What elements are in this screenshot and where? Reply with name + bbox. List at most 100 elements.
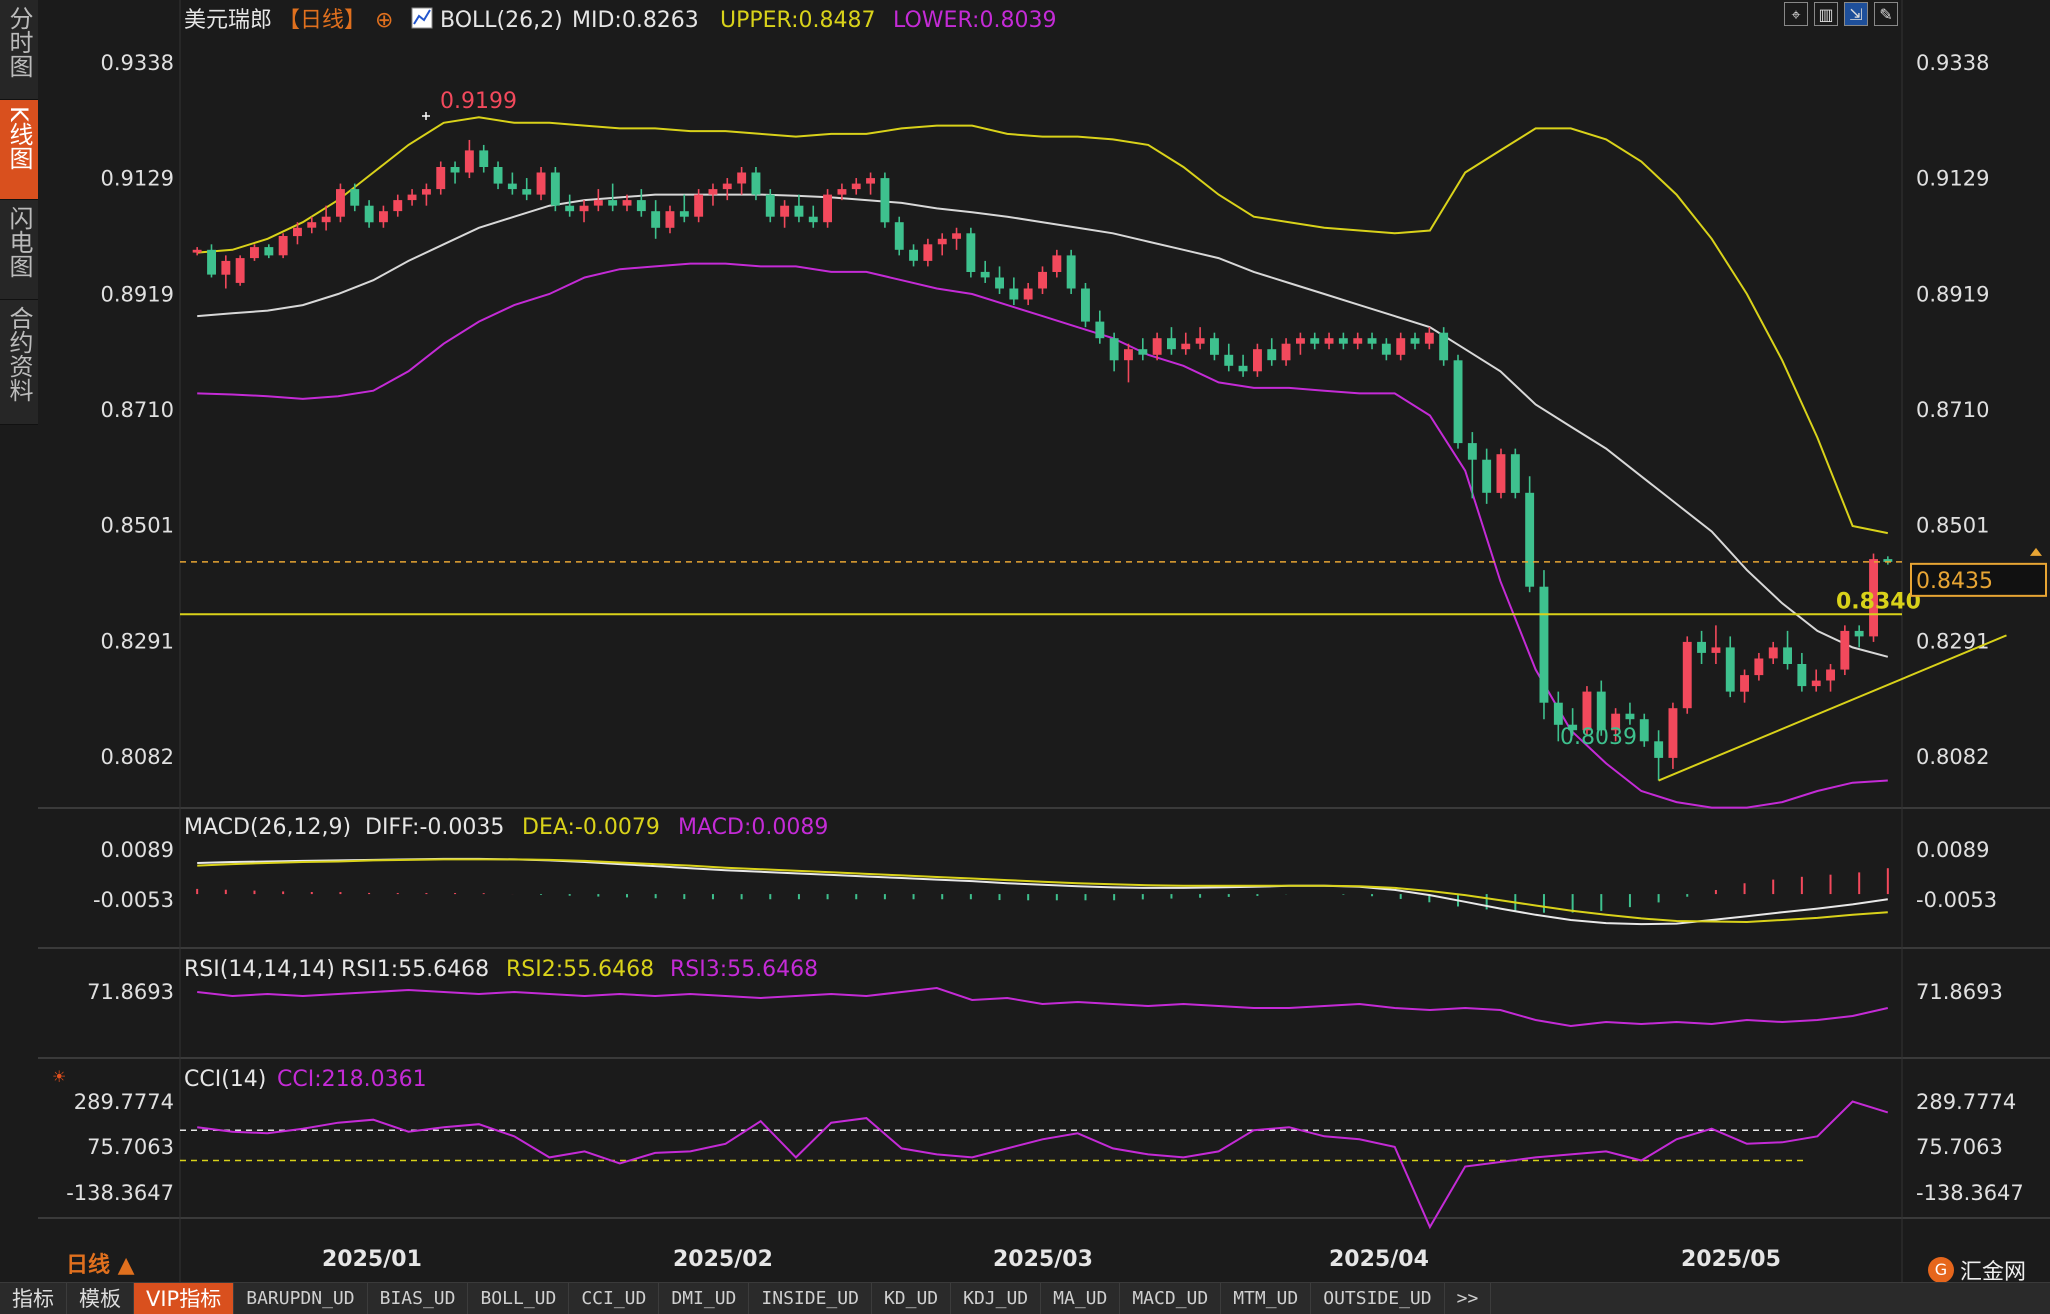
rsi-tick-right: 71.8693 [1916,980,2003,1004]
macd-tick-top-left: 0.0089 [101,838,174,862]
crosshair-icon[interactable]: ⌖ [1784,2,1808,26]
candle [1095,310,1105,344]
candle [1682,636,1692,714]
candle [1639,713,1649,747]
candle [1754,652,1764,681]
price-tick-right: 0.8082 [1916,745,1989,769]
indicator-tab-5[interactable]: BOLL_UD [468,1283,570,1314]
candle [1725,636,1735,698]
candle [1410,332,1420,350]
boll-lower: LOWER:0.8039 [893,8,1056,33]
candle [1711,625,1721,665]
price-tick-right: 0.8919 [1916,283,1989,307]
candle [1668,702,1678,769]
candle [1883,556,1893,565]
price-tick-left: 0.9338 [101,51,174,75]
boll-icon [411,7,433,29]
boll-label: BOLL(26,2) [440,8,563,33]
indicator-tab-14[interactable]: OUTSIDE_UD [1311,1283,1445,1314]
candle [880,172,890,228]
candle [1224,343,1234,372]
high-marker-icon [422,112,430,120]
rsi-line [197,986,1889,1028]
indicator-tab-12[interactable]: MACD_UD [1120,1283,1222,1314]
candle [565,194,575,217]
price-tick-right: 0.8291 [1916,629,1989,653]
draw-tool-icon[interactable]: ✎ [1874,2,1898,26]
macd-diff-line [197,857,1888,926]
last-price-arrow-icon [2030,547,2042,556]
indicator-tab-9[interactable]: KD_UD [872,1283,952,1314]
add-indicator-icon[interactable]: ⊕ [375,8,393,33]
kline-chart-svg[interactable]: 美元瑞郎 【日线】 ⊕ BOLL(26,2) MID:0.8263 UPPER:… [0,0,2050,1282]
indicator-tab-7[interactable]: DMI_UD [659,1283,750,1314]
candle [1324,332,1334,350]
indicator-tab-0[interactable]: 指标 [0,1283,67,1314]
candle [1109,332,1119,372]
indicator-tab-8[interactable]: INSIDE_UD [749,1283,872,1314]
candle [364,200,374,228]
period-toggle-button[interactable]: 日线 ▲ [66,1252,135,1278]
candle [507,172,517,195]
candle [737,167,747,195]
macd-value: MACD:0.0089 [678,815,828,840]
indicator-tab-15[interactable]: >> [1445,1283,1492,1314]
candle [794,194,804,223]
candle [851,178,861,195]
settings-sun-icon[interactable]: ☀ [52,1067,66,1086]
candle [1510,448,1520,499]
indicator-tab-10[interactable]: KDJ_UD [951,1283,1042,1314]
candle [1439,327,1449,366]
candle [1654,730,1664,781]
candle [1281,338,1291,366]
high-marker-label: 0.9199 [440,89,517,114]
indicator-tab-2[interactable]: VIP指标 [134,1283,235,1314]
candle [1167,327,1176,355]
indicator-tab-13[interactable]: MTM_UD [1221,1283,1312,1314]
price-tick-left: 0.8710 [101,398,174,422]
candle [407,189,417,206]
indicator-bar: 指标 模板 VIP指标 BARUPDN_UD BIAS_UD BOLL_UD CCI_UD D… [0,1282,2050,1314]
candle [493,161,503,190]
candle [1195,327,1205,350]
last-price-value: 0.8435 [1916,569,1993,594]
price-tick-left: 0.8082 [101,745,174,769]
hline-label: 0.8340 [1836,589,1921,614]
candle [1424,327,1434,350]
cci-tick-low-right: -138.3647 [1916,1181,2024,1205]
line-tool-icon[interactable]: ⇲ [1844,2,1868,26]
cci-value: CCI:218.0361 [277,1067,427,1092]
price-tick-right: 0.9338 [1916,51,1989,75]
indicator-tab-4[interactable]: BIAS_UD [368,1283,469,1314]
candle [1539,570,1549,720]
candle [207,244,216,278]
candle [866,172,875,195]
candle [923,238,933,267]
candle [1181,332,1191,355]
bar-chart-icon[interactable]: ▥ [1814,2,1838,26]
candle [1453,354,1463,449]
candle [780,200,790,228]
cci-tick-top-left: 289.7774 [74,1090,174,1114]
price-tick-right: 0.8501 [1916,513,1989,537]
indicator-tab-6[interactable]: CCI_UD [569,1283,660,1314]
candle [1338,332,1348,350]
candle [379,205,388,228]
indicator-tab-11[interactable]: MA_UD [1041,1283,1121,1314]
time-label-apr: 2025/04 [1329,1247,1429,1272]
candle [1797,652,1807,692]
rsi-tick-left: 71.8693 [87,980,174,1004]
macd-title: MACD(26,12,9) [184,815,351,840]
candle [1826,664,1835,692]
candle [1023,282,1033,306]
candle [995,266,1004,295]
indicator-tab-3[interactable]: BARUPDN_UD [234,1283,368,1314]
candle [1081,282,1090,328]
rsi1-value: RSI1:55.6468 [341,957,489,982]
price-tick-left: 0.8919 [101,283,174,307]
indicator-tab-1[interactable]: 模板 [67,1283,134,1314]
candle [1625,702,1635,725]
candle [479,144,489,173]
macd-dea: DEA:-0.0079 [522,815,660,840]
candle [221,255,231,289]
